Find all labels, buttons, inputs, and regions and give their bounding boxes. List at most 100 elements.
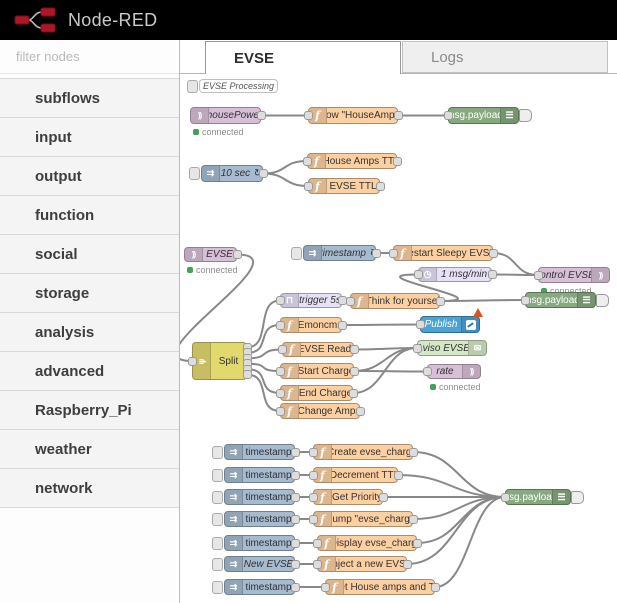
- input-port[interactable]: [345, 296, 355, 306]
- output-port[interactable]: [258, 169, 268, 178]
- input-port[interactable]: [422, 367, 432, 376]
- node-think[interactable]: f Think for yourself: [350, 293, 440, 309]
- inject-button[interactable]: [212, 557, 223, 571]
- node-inject-b2[interactable]: ⇉ timestamp: [224, 467, 295, 483]
- input-port[interactable]: [275, 388, 285, 398]
- node-aviso[interactable]: Aviso EVSE ✉: [417, 340, 487, 356]
- node-start-charge[interactable]: f Start Charge: [280, 363, 354, 379]
- node-inject-b6[interactable]: ⇉ New EVSE: [224, 556, 295, 572]
- node-debug-bottom[interactable]: msg.payload☰: [505, 489, 571, 505]
- node-house-power[interactable]: )) housePower: [190, 107, 261, 124]
- output-port[interactable]: [402, 559, 412, 569]
- sidebar-item-function[interactable]: function: [0, 196, 179, 235]
- output-port[interactable]: [393, 470, 403, 480]
- input-port[interactable]: [308, 447, 318, 457]
- node-fn-create[interactable]: fCreate evse_charge: [313, 444, 413, 460]
- sidebar-item-network[interactable]: network: [0, 469, 179, 508]
- output-port[interactable]: [290, 514, 300, 524]
- node-end-charge[interactable]: f End Charge: [280, 385, 353, 401]
- output-port[interactable]: [408, 514, 418, 524]
- node-split[interactable]: ⋔ Split: [192, 342, 247, 380]
- node-publish[interactable]: Publish: [420, 316, 480, 333]
- node-evse-processing[interactable]: EVSE Processing: [199, 79, 278, 93]
- node-debug-think[interactable]: msg.payload☰: [525, 292, 596, 308]
- output-port[interactable]: [242, 370, 252, 380]
- sidebar-item-subflows[interactable]: subflows: [0, 79, 179, 118]
- input-port[interactable]: [275, 320, 285, 330]
- output-port[interactable]: [256, 111, 266, 120]
- debug-toggle-button[interactable]: [519, 109, 532, 122]
- input-port[interactable]: [303, 111, 313, 120]
- input-port[interactable]: [275, 366, 285, 376]
- output-port[interactable]: [232, 250, 242, 259]
- output-port[interactable]: [290, 447, 300, 457]
- output-port[interactable]: [393, 111, 403, 120]
- output-port[interactable]: [371, 248, 381, 258]
- input-port[interactable]: [533, 270, 543, 280]
- output-port[interactable]: [412, 538, 422, 548]
- inject-button[interactable]: [189, 167, 200, 180]
- inject-button[interactable]: [212, 580, 223, 594]
- input-port[interactable]: [520, 295, 530, 305]
- sidebar-item-analysis[interactable]: analysis: [0, 313, 179, 352]
- sidebar-item-weather[interactable]: weather: [0, 430, 179, 469]
- sidebar-item-raspberry_pi[interactable]: Raspberry_Pi: [0, 391, 179, 430]
- inject-button[interactable]: [187, 79, 198, 93]
- output-port[interactable]: [430, 582, 440, 592]
- output-port[interactable]: [408, 447, 418, 457]
- output-port[interactable]: [349, 345, 359, 354]
- node-inject-b3[interactable]: ⇉ timestamp: [224, 489, 295, 505]
- input-port[interactable]: [500, 492, 510, 502]
- node-house-amps-ttl[interactable]: f House Amps TTL: [307, 153, 397, 169]
- input-port[interactable]: [308, 470, 318, 480]
- input-port[interactable]: [443, 111, 453, 120]
- output-port[interactable]: [348, 388, 358, 398]
- output-port[interactable]: [392, 156, 402, 166]
- node-evse-ready[interactable]: fEVSE Ready: [282, 342, 354, 357]
- node-fn-priority[interactable]: f Get Priority: [313, 489, 383, 505]
- node-inject-b5[interactable]: ⇉ timestamp: [224, 535, 295, 551]
- input-port[interactable]: [412, 343, 422, 353]
- node-inject-b4[interactable]: ⇉ timestamp: [224, 511, 295, 527]
- node-fn-gethouse[interactable]: fGet House amps and TTL: [325, 579, 435, 595]
- sidebar-item-storage[interactable]: storage: [0, 274, 179, 313]
- tab-logs[interactable]: Logs: [402, 41, 608, 73]
- node-restart-sleepy[interactable]: fRestart Sleepy EVSE's: [393, 245, 493, 261]
- output-port[interactable]: [378, 492, 388, 502]
- input-port[interactable]: [312, 559, 322, 569]
- node-inject-b7[interactable]: ⇉ timestamp: [224, 579, 295, 595]
- inject-button[interactable]: [212, 490, 223, 504]
- debug-toggle-button[interactable]: [571, 490, 584, 504]
- input-port[interactable]: [308, 492, 318, 502]
- node-debug-houseamps[interactable]: msg.payload☰: [448, 107, 519, 124]
- tab-evse[interactable]: EVSE: [205, 41, 401, 74]
- input-port[interactable]: [308, 514, 318, 524]
- output-port[interactable]: [290, 538, 300, 548]
- node-fn-decrement[interactable]: f Decrement TTL: [313, 467, 398, 483]
- output-port[interactable]: [375, 181, 385, 191]
- sidebar-item-social[interactable]: social: [0, 235, 179, 274]
- inject-button[interactable]: [212, 468, 223, 482]
- input-port[interactable]: [187, 356, 197, 366]
- flow-canvas[interactable]: EVSE Processing))housePowerconnectedfflo…: [180, 74, 617, 603]
- node-evse-ttl[interactable]: f EVSE TTL: [308, 178, 380, 194]
- sidebar-item-input[interactable]: input: [0, 118, 179, 157]
- node-emoncms[interactable]: f Emoncms: [280, 317, 342, 333]
- node-fn-dump[interactable]: fDump "evse_charge": [313, 511, 413, 527]
- output-port[interactable]: [290, 492, 300, 502]
- node-fn-display[interactable]: fDisplay evse_charge: [317, 535, 417, 551]
- node-inject-timestamp-top[interactable]: ⇉ timestamp ↻: [303, 245, 376, 261]
- sidebar-item-output[interactable]: output: [0, 157, 179, 196]
- node-rate-limit[interactable]: ◷ 1 msg/min: [418, 267, 492, 282]
- output-port[interactable]: [290, 559, 300, 569]
- inject-button[interactable]: [212, 512, 223, 526]
- output-port[interactable]: [488, 248, 498, 258]
- output-port[interactable]: [487, 270, 497, 279]
- input-port[interactable]: [320, 582, 330, 592]
- inject-button[interactable]: [212, 536, 223, 550]
- inject-button[interactable]: [291, 246, 302, 260]
- debug-toggle-button[interactable]: [596, 293, 609, 307]
- input-port[interactable]: [312, 538, 322, 548]
- inject-button[interactable]: [212, 445, 223, 459]
- output-port[interactable]: [290, 470, 300, 480]
